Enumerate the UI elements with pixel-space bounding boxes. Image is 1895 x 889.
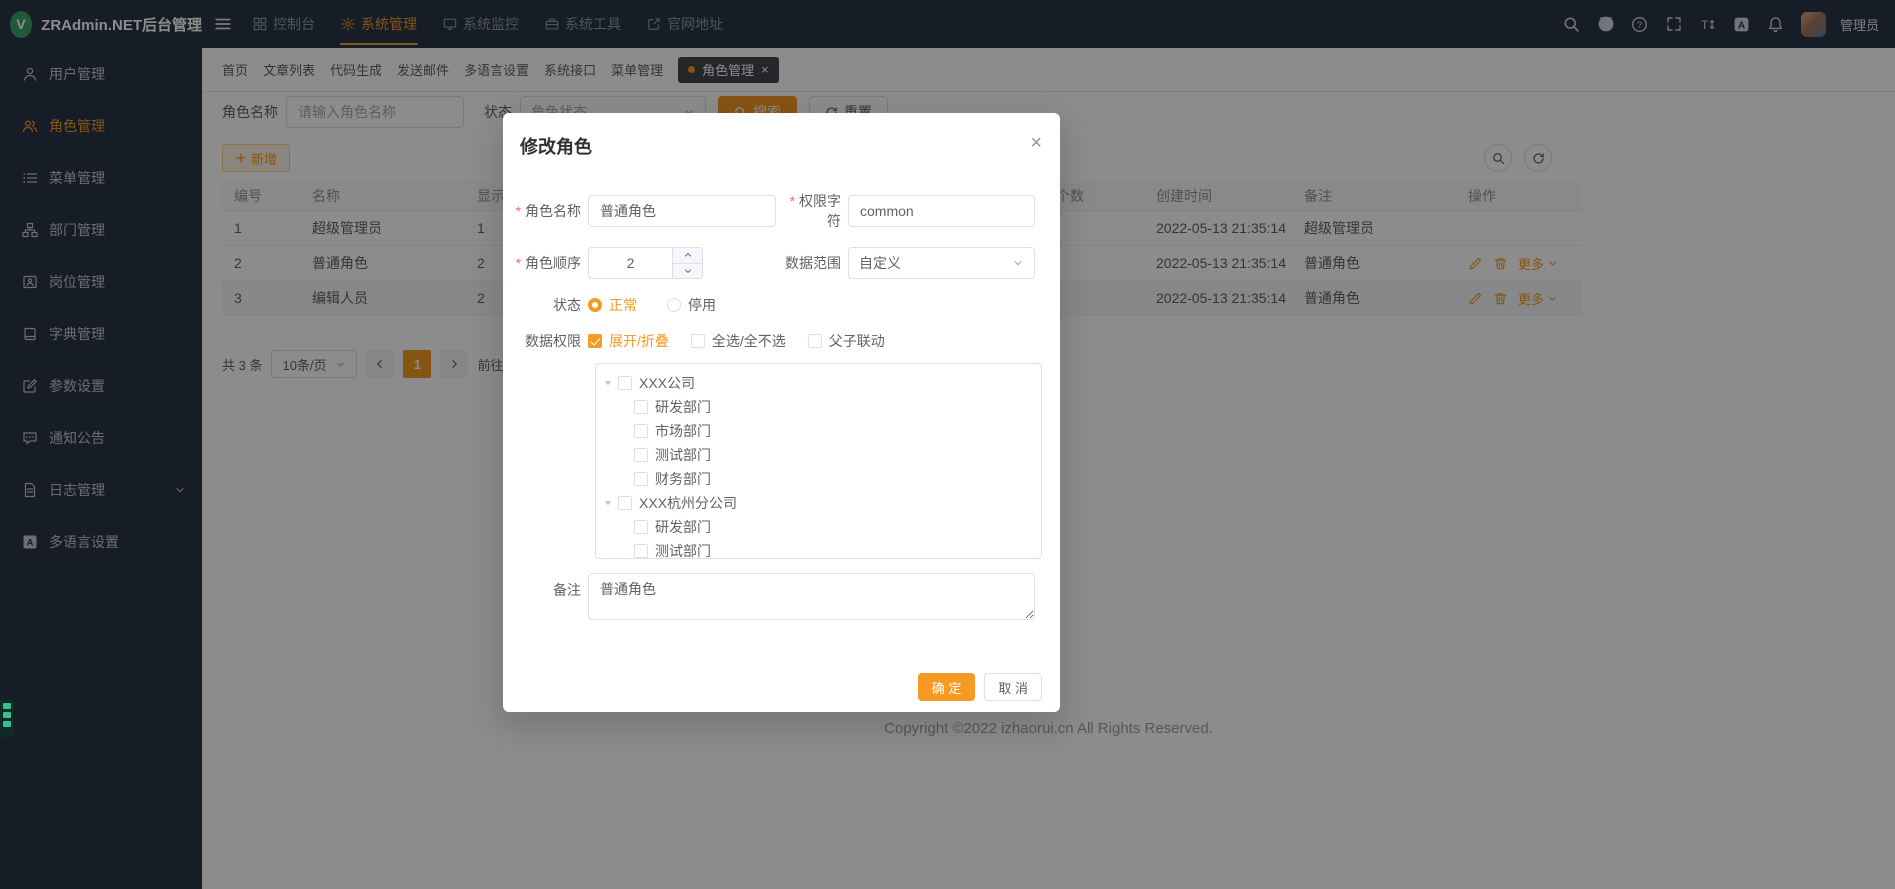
tree-checkbox[interactable] [634,544,648,558]
role-order-value: 2 [589,248,672,278]
dialog-footer: 确 定 取 消 [503,673,1060,701]
form-row: 角色名称 权限字符 [503,191,1060,231]
role-order-stepper[interactable]: 2 [588,247,703,279]
tree-checkbox[interactable] [634,448,648,462]
form-row: 角色顺序 2 数据范围 自定义 [503,247,1060,279]
tree-node-label: 测试部门 [655,541,711,559]
tree-node-label: 研发部门 [655,397,711,417]
parent-child-link-checkbox[interactable]: 父子联动 [808,331,885,351]
checkbox-label: 展开/折叠 [609,331,669,351]
select-all-checkbox[interactable]: 全选/全不选 [691,331,786,351]
tree-node-dept[interactable]: 财务部门 [596,467,1041,491]
checkbox-box [808,334,822,348]
dialog-title: 修改角色 [520,133,592,159]
data-scope-value: 自定义 [859,253,1012,273]
status-radio-normal[interactable]: 正常 [588,295,637,315]
form-row: 备注 普通角色 [503,573,1060,620]
cancel-button[interactable]: 取 消 [984,673,1042,701]
edit-role-dialog: 修改角色 × 角色名称 权限字符 角色顺序 2 数 [503,113,1060,712]
tree-node-dept[interactable]: 研发部门 [596,515,1041,539]
role-name-field-label: 角色名称 [503,201,588,221]
dialog-body: 角色名称 权限字符 角色顺序 2 数据范围 自定义 [503,159,1060,701]
role-name-field[interactable] [588,195,776,227]
radio-dot [667,298,681,312]
data-scope-select[interactable]: 自定义 [848,247,1035,279]
confirm-button[interactable]: 确 定 [918,673,976,701]
tree-caret-icon[interactable] [600,497,616,509]
tree-node-dept[interactable]: 研发部门 [596,395,1041,419]
checkbox-label: 父子联动 [829,331,885,351]
data-scope-field-label: 数据范围 [703,253,848,273]
radio-label: 正常 [609,295,637,315]
checkbox-box [588,334,602,348]
tree-node-label: XXX公司 [639,373,695,393]
status-field-label: 状态 [503,295,588,315]
perm-char-field[interactable] [848,195,1035,227]
tree-node-branch-company[interactable]: XXX杭州分公司 [596,491,1041,515]
tree-node-dept[interactable]: 测试部门 [596,443,1041,467]
checkbox-box [691,334,705,348]
checkbox-label: 全选/全不选 [712,331,786,351]
step-down-button[interactable] [673,263,702,279]
tree-node-label: 测试部门 [655,445,711,465]
radio-label: 停用 [688,295,716,315]
tree-checkbox[interactable] [618,496,632,510]
tree-checkbox[interactable] [634,400,648,414]
expand-collapse-checkbox[interactable]: 展开/折叠 [588,331,669,351]
step-up-button[interactable] [673,248,702,263]
remark-field[interactable]: 普通角色 [588,573,1035,620]
permission-tree: XXX公司 研发部门 市场部门 测试部门 财务部门 [595,363,1042,559]
tree-checkbox[interactable] [618,376,632,390]
tree-node-label: 财务部门 [655,469,711,489]
role-order-field-label: 角色顺序 [503,253,588,273]
tree-checkbox[interactable] [634,520,648,534]
chevron-down-icon [1012,257,1024,269]
tree-node-label: 研发部门 [655,517,711,537]
perm-char-field-label: 权限字符 [776,191,848,231]
dialog-header: 修改角色 × [503,113,1060,159]
tree-node-company[interactable]: XXX公司 [596,371,1041,395]
tree-checkbox[interactable] [634,472,648,486]
status-radio-disabled[interactable]: 停用 [667,295,716,315]
tree-checkbox[interactable] [634,424,648,438]
tree-node-dept[interactable]: 测试部门 [596,539,1041,559]
stepper-controls [672,248,702,278]
tree-node-label: XXX杭州分公司 [639,493,737,513]
remark-field-label: 备注 [503,573,588,600]
tree-caret-icon[interactable] [600,377,616,389]
form-row: 数据权限 展开/折叠 全选/全不选 父子联动 [503,331,1060,351]
tree-node-dept[interactable]: 市场部门 [596,419,1041,443]
data-perm-field-label: 数据权限 [503,331,588,351]
devtools-badge[interactable] [0,699,14,737]
form-row: 状态 正常 停用 [503,295,1060,315]
radio-dot [588,298,602,312]
close-icon[interactable]: × [1030,133,1042,153]
tree-node-label: 市场部门 [655,421,711,441]
